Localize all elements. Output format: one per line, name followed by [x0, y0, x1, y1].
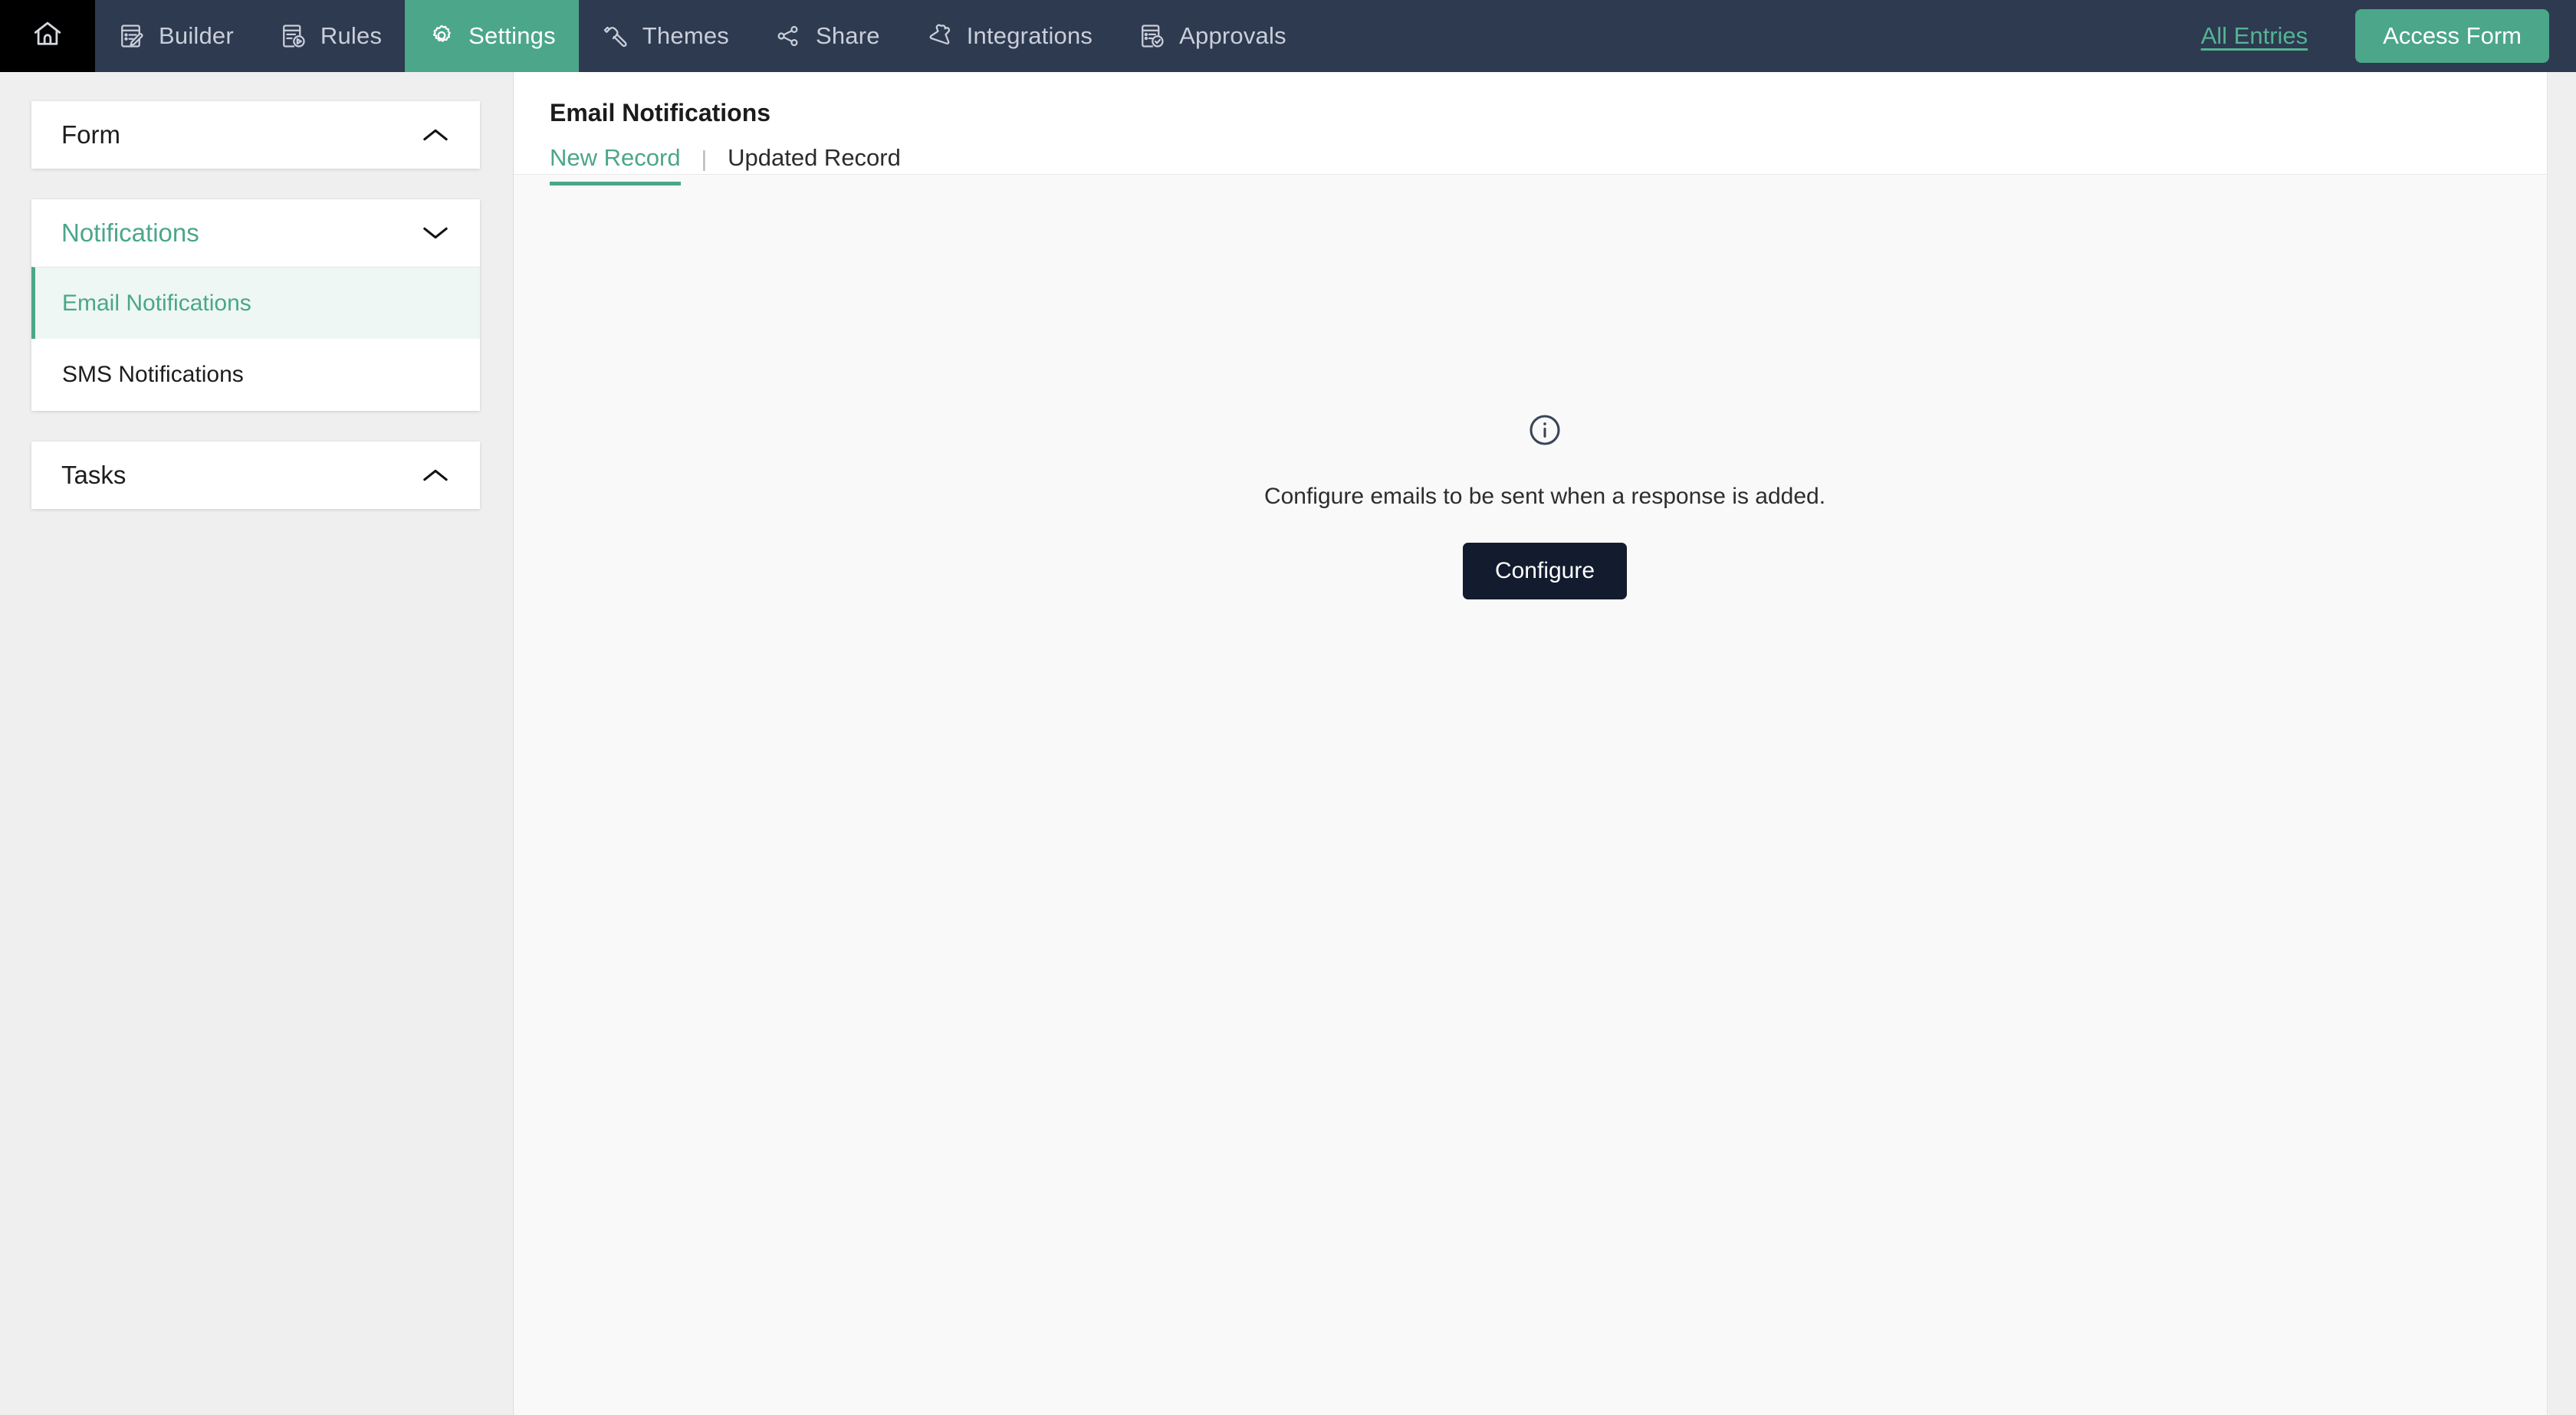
- document-pencil-icon: [118, 22, 146, 50]
- nav-item-rules[interactable]: Rules: [257, 0, 405, 72]
- document-play-icon: [280, 22, 307, 50]
- empty-state-message: Configure emails to be sent when a respo…: [1263, 484, 1826, 509]
- nav-item-integrations[interactable]: Integrations: [903, 0, 1116, 72]
- sidebar-item-label: Email Notifications: [62, 290, 251, 316]
- chevron-up-icon[interactable]: [422, 127, 449, 143]
- main-content: Email Notifications New Record | Updated…: [514, 72, 2576, 1415]
- sidebar-panel-tasks: Tasks: [31, 442, 480, 509]
- nav-item-label: Builder: [159, 22, 234, 49]
- nav-item-share[interactable]: Share: [752, 0, 903, 72]
- sidebar-panel-notifications-header[interactable]: Notifications: [31, 199, 480, 267]
- nav-item-label: Share: [815, 22, 880, 49]
- chevron-down-icon[interactable]: [422, 225, 449, 241]
- sidebar-item-sms-notifications[interactable]: SMS Notifications: [31, 339, 480, 411]
- sidebar-item-label: SMS Notifications: [62, 362, 244, 387]
- chevron-up-icon[interactable]: [422, 468, 449, 483]
- page-title: Email Notifications: [550, 99, 771, 126]
- nav-item-label: Rules: [320, 22, 383, 49]
- paint-roller-icon: [602, 22, 629, 50]
- nav-right-actions: All Entries Access Form: [2201, 0, 2576, 72]
- document-check-icon: [1138, 22, 1166, 50]
- configure-button[interactable]: Configure: [1462, 543, 1628, 599]
- settings-sidebar: Form Notifications Email Notifications S…: [0, 72, 514, 1415]
- sidebar-panel-title: Form: [61, 120, 120, 149]
- nav-item-builder[interactable]: Builder: [95, 0, 257, 72]
- nav-item-settings[interactable]: Settings: [405, 0, 579, 72]
- info-circle-icon: [1527, 412, 1562, 451]
- tab-label: New Record: [550, 144, 681, 171]
- sidebar-panel-form-header[interactable]: Form: [31, 101, 480, 169]
- sidebar-panel-title: Tasks: [61, 461, 127, 489]
- gear-icon: [428, 22, 455, 50]
- nav-item-label: Integrations: [966, 22, 1093, 49]
- sidebar-panel-tasks-header[interactable]: Tasks: [31, 442, 480, 509]
- nav-item-label: Themes: [642, 22, 729, 49]
- empty-state: Configure emails to be sent when a respo…: [514, 175, 2576, 599]
- content-header: Email Notifications New Record | Updated…: [514, 72, 2576, 185]
- nav-item-list: Builder Rules Settings Themes Share Inte…: [95, 0, 1309, 72]
- sidebar-panel-title: Notifications: [61, 218, 199, 247]
- sidebar-panel-form: Form: [31, 101, 480, 169]
- nav-item-approvals[interactable]: Approvals: [1116, 0, 1309, 72]
- nav-item-label: Settings: [468, 22, 556, 49]
- top-navigation-bar: Builder Rules Settings Themes Share Inte…: [0, 0, 2576, 72]
- access-form-button[interactable]: Access Form: [2355, 9, 2549, 63]
- all-entries-link[interactable]: All Entries: [2201, 22, 2308, 50]
- puzzle-piece-icon: [926, 22, 954, 50]
- sidebar-panel-notifications: Notifications Email Notifications SMS No…: [31, 199, 480, 411]
- nav-item-themes[interactable]: Themes: [579, 0, 752, 72]
- share-nodes-icon: [775, 22, 803, 50]
- home-button[interactable]: [0, 0, 95, 72]
- vertical-scrollbar[interactable]: [2547, 72, 2576, 1415]
- sidebar-item-email-notifications[interactable]: Email Notifications: [31, 267, 480, 339]
- nav-item-label: Approvals: [1179, 22, 1286, 49]
- home-icon: [31, 18, 64, 54]
- app-shell: Form Notifications Email Notifications S…: [0, 72, 2576, 1415]
- tab-label: Updated Record: [728, 144, 901, 171]
